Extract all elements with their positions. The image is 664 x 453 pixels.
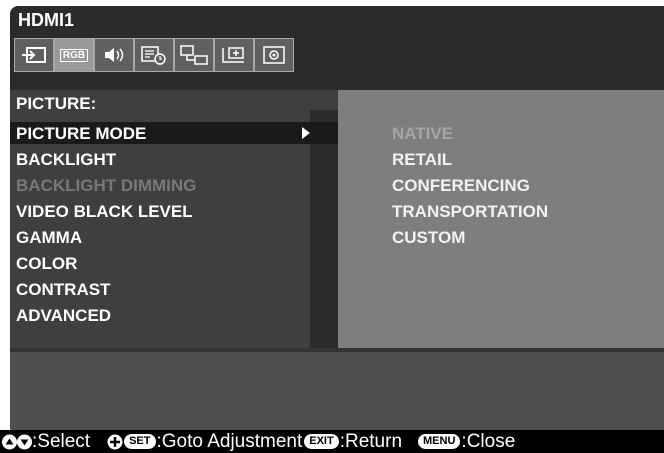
option-native[interactable]: NATIVE xyxy=(392,124,453,144)
submenu-arrow-icon xyxy=(302,127,310,139)
close-label: Close xyxy=(466,430,516,452)
divider xyxy=(10,348,664,352)
key-guide-bar: :Select SET :Goto Adjustment EXIT :Retur… xyxy=(0,430,664,453)
rgb-icon: RGB xyxy=(59,48,89,62)
menu-item-backlight[interactable]: BACKLIGHT xyxy=(16,150,116,170)
tab-network[interactable] xyxy=(174,38,214,72)
tab-protect[interactable] xyxy=(214,38,254,72)
set-key: SET xyxy=(124,434,156,449)
option-conferencing[interactable]: CONFERENCING xyxy=(392,176,530,196)
tab-system[interactable] xyxy=(254,38,294,72)
up-down-keys-icon xyxy=(2,434,32,450)
menu-item-contrast[interactable]: CONTRAST xyxy=(16,280,110,300)
tab-input[interactable] xyxy=(14,38,54,72)
goto-hint: :Goto Adjustment xyxy=(156,430,303,452)
menu-item-advanced[interactable]: ADVANCED xyxy=(16,306,111,326)
system-icon xyxy=(263,46,285,64)
tab-audio[interactable] xyxy=(94,38,134,72)
info-area xyxy=(10,348,664,430)
menu-header-gap xyxy=(310,90,338,110)
input-icon xyxy=(22,47,46,63)
goto-label: Goto Adjustment xyxy=(161,430,303,452)
menu-item-video-black-level[interactable]: VIDEO BLACK LEVEL xyxy=(16,202,193,222)
menu-item-picture-mode[interactable]: PICTURE MODE xyxy=(16,124,146,144)
schedule-icon xyxy=(141,46,166,65)
osd-menu-window: HDMI1 RGB PICTURE: PICTURE MODE BACKLIGH… xyxy=(10,6,664,430)
close-hint: :Close xyxy=(461,430,516,452)
menu-item-gamma[interactable]: GAMMA xyxy=(16,228,82,248)
plus-key-icon xyxy=(107,434,123,450)
return-hint: :Return xyxy=(339,430,403,452)
tab-bar: RGB xyxy=(14,38,294,74)
return-label: Return xyxy=(344,430,403,452)
protect-icon xyxy=(222,47,244,63)
tab-rgb[interactable]: RGB xyxy=(54,38,94,72)
select-hint: :Select xyxy=(32,430,91,452)
menu-item-color[interactable]: COLOR xyxy=(16,254,77,274)
select-label: Select xyxy=(37,430,91,452)
menu-item-backlight-dimming: BACKLIGHT DIMMING xyxy=(16,176,197,195)
tab-schedule[interactable] xyxy=(134,38,174,72)
menu-header: PICTURE: xyxy=(16,94,97,113)
option-transportation[interactable]: TRANSPORTATION xyxy=(392,202,548,222)
audio-icon xyxy=(105,48,124,62)
exit-key: EXIT xyxy=(304,434,339,449)
window-title: HDMI1 xyxy=(18,10,75,30)
menu-key: MENU xyxy=(418,434,461,449)
option-retail[interactable]: RETAIL xyxy=(392,150,452,170)
option-custom[interactable]: CUSTOM xyxy=(392,228,465,248)
network-icon xyxy=(180,45,208,65)
